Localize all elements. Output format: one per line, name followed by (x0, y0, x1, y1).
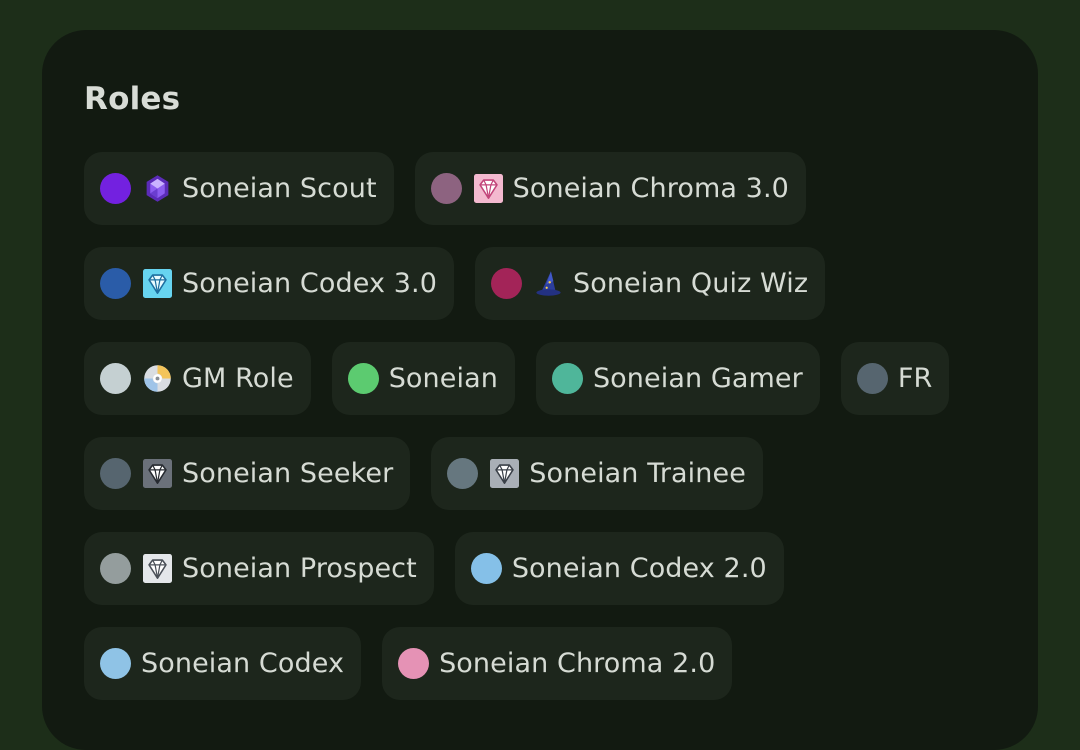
role-name: GM Role (182, 363, 294, 394)
pink-diamond-icon (473, 174, 503, 203)
role-color-dot (447, 458, 479, 489)
role-name: Soneian Scout (182, 173, 377, 204)
dark-diamond-icon (143, 459, 172, 488)
role-name: Soneian Codex (141, 648, 345, 679)
role-name: Soneian Codex 3.0 (182, 268, 437, 299)
disc-icon (143, 364, 172, 393)
role-color-dot (100, 648, 131, 679)
role-chip[interactable]: Soneian Quiz Wiz (474, 247, 826, 320)
role-color-dot (551, 363, 583, 394)
role-chip[interactable]: FR (840, 342, 950, 415)
role-color-dot (100, 363, 131, 394)
role-name: Soneian Gamer (592, 363, 803, 394)
role-color-dot (347, 363, 379, 394)
role-name: FR (897, 363, 933, 394)
role-name: Soneian Prospect (182, 553, 417, 584)
role-chip[interactable]: Soneian Gamer (535, 342, 820, 415)
purple-gem-icon (143, 174, 172, 203)
role-color-dot (470, 553, 502, 584)
role-color-dot (100, 458, 131, 489)
role-chip[interactable]: Soneian Seeker (84, 437, 411, 510)
role-chip[interactable]: Soneian Codex (84, 627, 362, 700)
role-chip[interactable]: Soneian Chroma 3.0 (414, 152, 806, 225)
role-chip[interactable]: Soneian Prospect (84, 532, 434, 605)
role-name: Soneian Seeker (182, 458, 394, 489)
cyan-diamond-icon (143, 269, 172, 298)
roles-heading: Roles (84, 81, 181, 117)
role-name: Soneian Chroma 2.0 (439, 648, 716, 679)
role-color-dot (398, 648, 430, 679)
role-name: Soneian (388, 363, 498, 394)
role-name: Soneian Chroma 3.0 (512, 173, 789, 204)
wizard-hat-icon (534, 269, 563, 298)
role-chip[interactable]: Soneian Codex 2.0 (454, 532, 784, 605)
role-chip[interactable]: Soneian Chroma 2.0 (382, 627, 733, 700)
role-name: Soneian Quiz Wiz (572, 268, 809, 299)
role-color-dot (490, 268, 522, 299)
role-color-dot (100, 553, 131, 584)
roles-list: Soneian Scout Soneian Chroma 3.0 Soneian C… (84, 152, 984, 700)
role-chip[interactable]: Soneian (331, 342, 515, 415)
role-color-dot (856, 363, 888, 394)
role-chip[interactable]: Soneian Trainee (431, 437, 763, 510)
silver-diamond-icon (490, 459, 520, 488)
role-color-dot (430, 173, 462, 204)
role-name: Soneian Codex 2.0 (511, 553, 767, 584)
role-chip[interactable]: GM Role (84, 342, 311, 415)
role-color-dot (100, 268, 131, 299)
roles-panel: Roles Soneian Scout Soneian Chroma 3.0 Son… (42, 30, 1038, 750)
role-chip[interactable]: Soneian Codex 3.0 (84, 247, 454, 320)
role-color-dot (100, 173, 131, 204)
role-name: Soneian Trainee (529, 458, 746, 489)
white-diamond-icon (143, 554, 172, 583)
role-chip[interactable]: Soneian Scout (84, 152, 394, 225)
